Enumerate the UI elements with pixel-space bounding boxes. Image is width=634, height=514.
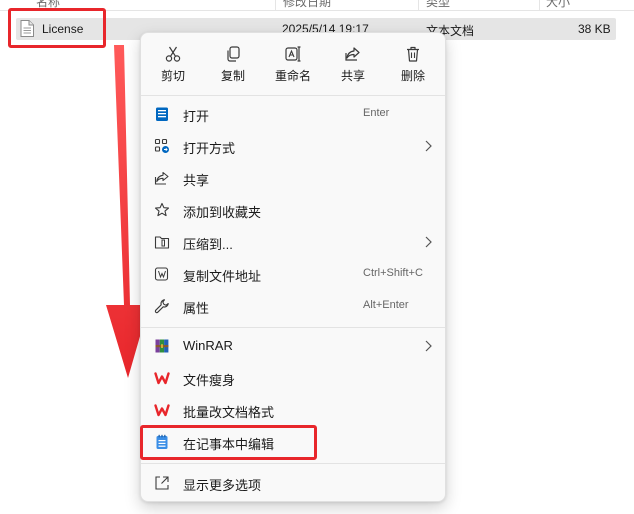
- share-button[interactable]: 共享: [323, 41, 383, 89]
- menu-item-winrar[interactable]: WinRAR: [145, 331, 441, 361]
- menu-item-label: 共享: [183, 173, 210, 188]
- wps-icon: [154, 404, 170, 417]
- trash-icon: [407, 46, 419, 62]
- menu-item-label: 添加到收藏夹: [183, 205, 262, 220]
- column-size-header[interactable]: 大小: [546, 0, 570, 10]
- menu-item-label: 文件瘦身: [183, 373, 236, 388]
- menu-item-open[interactable]: 打开 Enter: [145, 99, 441, 129]
- rename-icon: [285, 46, 301, 62]
- notepad-icon: [156, 107, 168, 121]
- delete-button[interactable]: 删除: [383, 41, 443, 89]
- menu-item-label: 打开: [183, 109, 210, 124]
- more-options-icon: [155, 476, 169, 490]
- menu-item-shortcut: Ctrl+Shift+C: [363, 267, 423, 279]
- chevron-right-icon: [425, 340, 432, 352]
- menu-item-label: 显示更多选项: [183, 478, 262, 493]
- cut-button[interactable]: 剪切: [143, 41, 203, 89]
- copy-button[interactable]: 复制: [203, 41, 263, 89]
- share-icon: [154, 171, 169, 185]
- share-icon: [345, 47, 360, 61]
- menu-item-label: WinRAR: [183, 338, 233, 353]
- menu-item-compress-to[interactable]: 压缩到...: [145, 227, 441, 257]
- column-date-header[interactable]: 修改日期: [283, 0, 331, 10]
- rename-label: 重命名: [274, 69, 311, 83]
- menu-divider: [141, 327, 445, 328]
- menu-item-label: 批量改文档格式: [183, 405, 275, 420]
- delete-label: 删除: [400, 69, 425, 83]
- wps-icon: [154, 372, 170, 385]
- menu-divider: [141, 95, 445, 96]
- chevron-right-icon: [425, 140, 432, 152]
- winrar-icon: [155, 339, 169, 353]
- menu-item-label: 打开方式: [183, 141, 236, 156]
- menu-divider: [141, 463, 445, 464]
- menu-item-show-more-options[interactable]: 显示更多选项: [145, 468, 441, 498]
- cut-label: 剪切: [160, 69, 185, 83]
- menu-item-open-with[interactable]: 打开方式: [145, 131, 441, 161]
- menu-item-label: 属性: [183, 301, 210, 316]
- column-type-header[interactable]: 类型: [426, 0, 450, 10]
- chevron-right-icon: [425, 236, 432, 248]
- menu-item-highlight-box: [140, 425, 317, 460]
- menu-item-label: 压缩到...: [183, 237, 233, 252]
- quick-action-bar: 剪切 复制 重命名 共享 删除: [141, 41, 447, 89]
- share-label: 共享: [340, 69, 365, 83]
- scissors-icon: [165, 46, 181, 62]
- rename-button[interactable]: 重命名: [263, 41, 323, 89]
- copy-icon: [227, 46, 240, 62]
- file-highlight-box: [8, 8, 106, 48]
- menu-item-label: 复制文件地址: [183, 269, 262, 284]
- menu-item-shortcut: Alt+Enter: [363, 299, 409, 311]
- zip-folder-icon: [154, 236, 170, 249]
- column-separator[interactable]: [539, 0, 540, 10]
- menu-item-shortcut: Enter: [363, 107, 390, 119]
- copy-path-icon: [154, 267, 169, 281]
- wrench-icon: [154, 299, 169, 314]
- menu-item-share[interactable]: 共享: [145, 163, 441, 193]
- file-size: 38 KB: [578, 22, 611, 36]
- column-separator[interactable]: [418, 0, 419, 10]
- column-separator[interactable]: [275, 0, 276, 10]
- menu-item-file-slim[interactable]: 文件瘦身: [145, 363, 441, 393]
- menu-item-add-favorites[interactable]: 添加到收藏夹: [145, 195, 441, 225]
- star-icon: [154, 202, 170, 217]
- menu-item-batch-convert[interactable]: 批量改文档格式: [145, 395, 441, 425]
- copy-label: 复制: [220, 69, 245, 83]
- menu-item-properties[interactable]: 属性 Alt+Enter: [145, 291, 441, 321]
- open-with-icon: [154, 138, 169, 153]
- menu-item-copy-path[interactable]: 复制文件地址 Ctrl+Shift+C: [145, 259, 441, 289]
